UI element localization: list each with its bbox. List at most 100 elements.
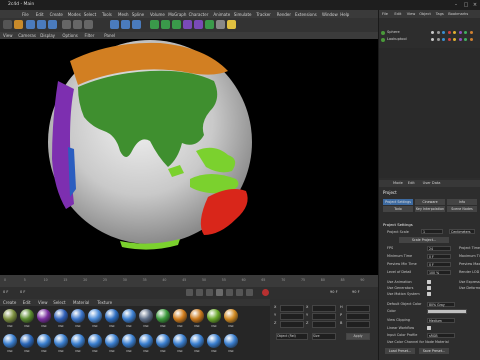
object-tag-icon[interactable] (464, 38, 467, 41)
attribute-tab-mode[interactable]: Mode (393, 181, 403, 185)
menu-item-create[interactable]: Create (50, 12, 63, 17)
default-object-color-select[interactable]: 80% Gray (427, 301, 455, 307)
menu-item-mesh[interactable]: Mesh (118, 12, 129, 17)
view-clipping-select[interactable]: Medium (427, 317, 455, 323)
material-swatch[interactable] (3, 334, 17, 348)
object-tag-icon[interactable] (436, 38, 440, 41)
material-menu-texture[interactable]: Texture (97, 300, 112, 305)
coord-position-field[interactable] (280, 320, 304, 328)
menu-item-select[interactable]: Select (84, 12, 96, 17)
attr-field[interactable]: 24 (427, 245, 451, 251)
render-settings-icon[interactable] (132, 20, 141, 29)
z-axis-icon[interactable] (84, 20, 93, 29)
material-swatch[interactable] (207, 334, 221, 348)
viewport-menu-view[interactable]: View (3, 33, 13, 38)
viewport-menu-cameras[interactable]: Cameras (18, 33, 36, 38)
attr-checkbox[interactable] (427, 286, 431, 290)
material-menu-material[interactable]: Material (73, 300, 89, 305)
viewport-menu-panel[interactable]: Panel (104, 33, 115, 38)
viewport-menu-options[interactable]: Options (62, 33, 77, 38)
array-icon[interactable] (183, 20, 192, 29)
save-preset-button[interactable]: Save Preset... (419, 348, 449, 354)
play-icon[interactable] (216, 289, 223, 296)
object-manager-menu-tags[interactable]: Tags (436, 12, 444, 16)
coord-rotation-field[interactable] (346, 312, 370, 320)
menu-item-mograph[interactable]: MoGraph (168, 12, 186, 17)
coord-size-field[interactable] (312, 304, 336, 312)
material-swatch[interactable] (156, 334, 170, 348)
attr-field[interactable]: 0 F (427, 253, 451, 259)
render-view-icon[interactable] (110, 20, 119, 29)
viewport[interactable] (0, 39, 378, 275)
material-swatch[interactable] (139, 334, 153, 348)
object-list-empty-area[interactable] (379, 48, 480, 178)
object-row[interactable]: Sphere (381, 30, 479, 36)
material-swatch[interactable] (88, 309, 102, 323)
object-tag-icon[interactable] (442, 31, 445, 34)
material-swatch[interactable] (207, 309, 221, 323)
material-swatch[interactable] (190, 309, 204, 323)
coord-position-field[interactable] (280, 312, 304, 320)
material-swatch[interactable] (71, 309, 85, 323)
menu-item-help[interactable]: Help (340, 12, 349, 17)
coord-rotation-field[interactable] (346, 304, 370, 312)
material-swatch[interactable] (71, 334, 85, 348)
menu-item-spline[interactable]: Spline (132, 12, 144, 17)
material-swatch[interactable] (173, 309, 187, 323)
y-axis-icon[interactable] (73, 20, 82, 29)
prev-key-icon[interactable] (196, 289, 203, 296)
camera-icon[interactable] (216, 20, 225, 29)
linear-workflow-checkbox[interactable] (427, 326, 431, 330)
timeline-ruler[interactable]: 0 5 10 15 20 25 30 35 40 45 50 55 60 65 70 75 80 85 90 (0, 275, 378, 287)
coord-rotation-field[interactable] (346, 320, 370, 328)
material-swatch[interactable] (139, 309, 153, 323)
select-tool-icon[interactable] (26, 20, 35, 29)
frame-start[interactable]: 0 F (3, 290, 8, 294)
render-picture-icon[interactable] (121, 20, 130, 29)
menu-item-edit[interactable]: Edit (36, 12, 44, 17)
menu-item-character[interactable]: Character (189, 12, 209, 17)
material-menu-view[interactable]: View (38, 300, 48, 305)
object-tag-icon[interactable] (469, 38, 473, 41)
menu-item-window[interactable]: Window (322, 12, 338, 17)
object-row[interactable]: Lookuptool (381, 37, 479, 43)
material-swatch[interactable] (190, 334, 204, 348)
move-tool-icon[interactable] (14, 20, 23, 29)
material-swatch[interactable] (224, 309, 238, 323)
frame-current[interactable]: 0 F (20, 290, 25, 294)
material-swatch[interactable] (156, 309, 170, 323)
pen-icon[interactable] (161, 20, 170, 29)
material-swatch[interactable] (3, 309, 17, 323)
object-name[interactable]: Sphere (387, 30, 400, 34)
object-manager-menu-edit[interactable]: Edit (394, 12, 401, 16)
subdivision-icon[interactable] (172, 20, 181, 29)
object-tag-icon[interactable] (431, 31, 434, 34)
maximize-icon[interactable]: □ (462, 1, 470, 9)
menu-item-modes[interactable]: Modes (68, 12, 81, 17)
color-swatch[interactable] (427, 308, 467, 314)
cube-icon[interactable] (150, 20, 159, 29)
material-swatch[interactable] (122, 334, 136, 348)
frame-max[interactable]: 90 F (352, 290, 360, 294)
object-tag-icon[interactable] (431, 38, 434, 41)
material-swatch[interactable] (224, 334, 238, 348)
coord-size-field[interactable] (312, 320, 336, 328)
material-swatch[interactable] (37, 309, 51, 323)
attr-field[interactable]: 100 % (427, 269, 451, 275)
floor-icon[interactable] (205, 20, 214, 29)
frame-end[interactable]: 90 F (330, 290, 338, 294)
material-swatch[interactable] (105, 309, 119, 323)
object-tag-icon[interactable] (447, 38, 451, 41)
menu-item-tracker[interactable]: Tracker (256, 12, 270, 17)
scale-tool-icon[interactable] (37, 20, 46, 29)
material-swatch[interactable] (122, 309, 136, 323)
viewport-menu-filter[interactable]: Filter (85, 33, 95, 38)
material-swatch[interactable] (20, 334, 34, 348)
coord-position-field[interactable] (280, 304, 304, 312)
material-menu-select[interactable]: Select (53, 300, 65, 305)
attr-checkbox[interactable] (427, 292, 431, 296)
object-tag-icon[interactable] (447, 31, 451, 34)
next-key-icon[interactable] (236, 289, 243, 296)
section-button-cineware[interactable]: Cineware (415, 199, 445, 205)
rotate-tool-icon[interactable] (48, 20, 57, 29)
